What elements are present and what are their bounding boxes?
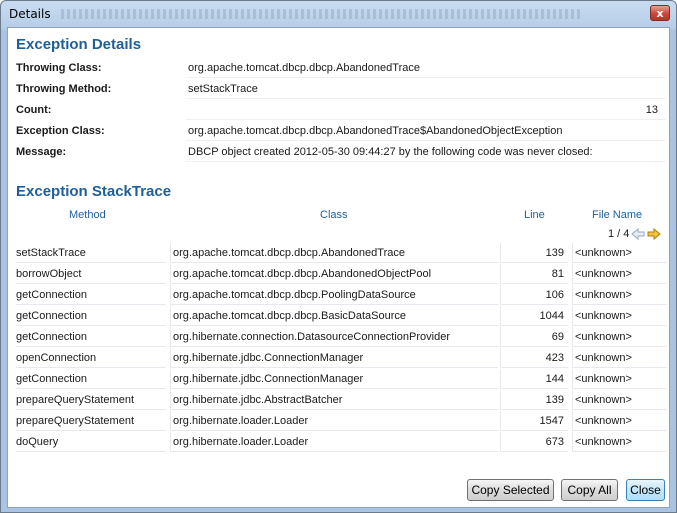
cell-method: prepareQueryStatement <box>16 411 166 431</box>
table-row[interactable]: getConnection org.apache.tomcat.dbcp.dbcp… <box>8 285 669 306</box>
cell-line: 1044 <box>500 306 568 326</box>
field-label: Message: <box>16 146 67 158</box>
field-value[interactable]: org.apache.tomcat.dbcp.dbcp.AbandonedTra… <box>186 122 666 141</box>
exception-details-heading: Exception Details <box>16 36 142 53</box>
field-message: Message: DBCP object created 2012-05-30 … <box>8 143 669 163</box>
stacktrace-heading: Exception StackTrace <box>16 183 172 200</box>
cell-line: 106 <box>500 285 568 305</box>
copy-selected-button[interactable]: Copy Selected <box>467 479 554 501</box>
field-value[interactable]: 13 <box>186 101 666 120</box>
cell-method: getConnection <box>16 285 166 305</box>
table-row[interactable]: prepareQueryStatement org.hibernate.loade… <box>8 411 669 432</box>
title-bar[interactable]: Details x <box>1 1 676 27</box>
field-throwing-method: Throwing Method: setStackTrace <box>8 80 669 100</box>
table-row[interactable]: getConnection org.hibernate.jdbc.Connecti… <box>8 369 669 390</box>
cell-class: org.hibernate.jdbc.ConnectionManager <box>170 348 498 368</box>
column-header-class[interactable]: Class <box>320 209 348 221</box>
cell-method: openConnection <box>16 348 166 368</box>
column-header-method[interactable]: Method <box>69 209 106 221</box>
table-row[interactable]: getConnection org.hibernate.connection.Da… <box>8 327 669 348</box>
details-window: Details x Exception Details Throwing Cla… <box>0 0 677 513</box>
field-value[interactable]: DBCP object created 2012-05-30 09:44:27 … <box>186 143 666 162</box>
table-row[interactable]: prepareQueryStatement org.hibernate.jdbc.… <box>8 390 669 411</box>
cell-method: getConnection <box>16 306 166 326</box>
table-row[interactable]: doQuery org.hibernate.loader.Loader 673 <un… <box>8 432 669 453</box>
window-close-icon[interactable]: x <box>650 5 670 21</box>
background-window-ghost <box>61 9 581 19</box>
cell-method: prepareQueryStatement <box>16 390 166 410</box>
cell-file-name: <unknown> <box>572 327 667 347</box>
cell-class: org.hibernate.jdbc.ConnectionManager <box>170 369 498 389</box>
cell-file-name: <unknown> <box>572 243 667 263</box>
cell-method: doQuery <box>16 432 166 452</box>
cell-file-name: <unknown> <box>572 306 667 326</box>
table-row[interactable]: setStackTrace org.apache.tomcat.dbcp.dbcp… <box>8 243 669 264</box>
field-label: Throwing Method: <box>16 83 112 95</box>
cell-method: borrowObject <box>16 264 166 284</box>
pager: 1 / 4 <box>608 228 662 240</box>
cell-file-name: <unknown> <box>572 369 667 389</box>
cell-class: org.apache.tomcat.dbcp.dbcp.BasicDataSou… <box>170 306 498 326</box>
field-count: Count: 13 <box>8 101 669 121</box>
cell-line: 139 <box>500 390 568 410</box>
cell-file-name: <unknown> <box>572 432 667 452</box>
field-label: Throwing Class: <box>16 62 102 74</box>
pager-text: 1 / 4 <box>608 228 630 240</box>
field-value[interactable]: org.apache.tomcat.dbcp.dbcp.AbandonedTra… <box>186 59 666 78</box>
details-panel: Exception Details Throwing Class: org.ap… <box>7 27 670 508</box>
cell-line: 1547 <box>500 411 568 431</box>
cell-line: 69 <box>500 327 568 347</box>
cell-file-name: <unknown> <box>572 285 667 305</box>
table-row[interactable]: getConnection org.apache.tomcat.dbcp.dbcp… <box>8 306 669 327</box>
copy-all-button[interactable]: Copy All <box>561 479 618 501</box>
table-row[interactable]: borrowObject org.apache.tomcat.dbcp.dbcp.… <box>8 264 669 285</box>
field-label: Count: <box>16 104 52 116</box>
cell-class: org.hibernate.loader.Loader <box>170 432 498 452</box>
cell-line: 81 <box>500 264 568 284</box>
cell-file-name: <unknown> <box>572 264 667 284</box>
cell-method: getConnection <box>16 369 166 389</box>
cell-line: 423 <box>500 348 568 368</box>
cell-method: getConnection <box>16 327 166 347</box>
close-button[interactable]: Close <box>626 479 665 501</box>
cell-line: 144 <box>500 369 568 389</box>
table-row[interactable]: openConnection org.hibernate.jdbc.Connect… <box>8 348 669 369</box>
cell-line: 139 <box>500 243 568 263</box>
arrow-left-icon[interactable] <box>631 228 645 240</box>
column-header-file-name[interactable]: File Name <box>592 209 642 221</box>
cell-class: org.hibernate.loader.Loader <box>170 411 498 431</box>
column-header-line[interactable]: Line <box>524 209 545 221</box>
arrow-right-icon[interactable] <box>647 228 662 240</box>
cell-class: org.apache.tomcat.dbcp.dbcp.PoolingDataS… <box>170 285 498 305</box>
cell-class: org.apache.tomcat.dbcp.dbcp.AbandonedObj… <box>170 264 498 284</box>
cell-method: setStackTrace <box>16 243 166 263</box>
window-title: Details <box>9 7 51 21</box>
cell-line: 673 <box>500 432 568 452</box>
cell-file-name: <unknown> <box>572 390 667 410</box>
cell-class: org.hibernate.jdbc.AbstractBatcher <box>170 390 498 410</box>
cell-class: org.hibernate.connection.DatasourceConne… <box>170 327 498 347</box>
cell-class: org.apache.tomcat.dbcp.dbcp.AbandonedTra… <box>170 243 498 263</box>
field-throwing-class: Throwing Class: org.apache.tomcat.dbcp.d… <box>8 59 669 79</box>
cell-file-name: <unknown> <box>572 348 667 368</box>
field-value[interactable]: setStackTrace <box>186 80 666 99</box>
field-label: Exception Class: <box>16 125 105 137</box>
cell-file-name: <unknown> <box>572 411 667 431</box>
field-exception-class: Exception Class: org.apache.tomcat.dbcp.… <box>8 122 669 142</box>
